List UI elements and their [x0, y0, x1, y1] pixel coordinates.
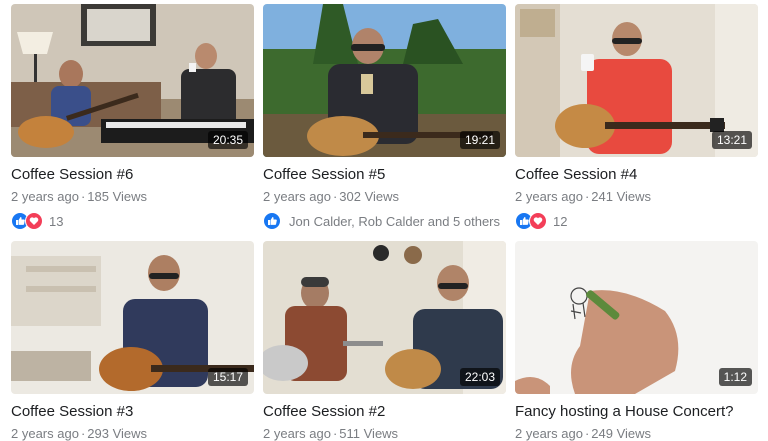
video-meta: 2 years ago · 511 Views — [263, 426, 506, 441]
video-title[interactable]: Coffee Session #2 — [263, 403, 506, 421]
video-duration: 1:12 — [718, 368, 752, 386]
reactions-summary[interactable]: Jon Calder, Rob Calder and 5 others — [263, 210, 506, 232]
video-thumbnail[interactable]: 22:03 — [263, 241, 506, 394]
meta-separator: · — [584, 426, 590, 441]
video-age: 2 years ago — [263, 426, 331, 441]
video-views: 185 Views — [87, 189, 148, 204]
like-thumbs-up-icon — [263, 212, 281, 230]
video-meta: 2 years ago · 241 Views — [515, 189, 758, 204]
video-thumbnail[interactable]: 19:21 — [263, 4, 506, 157]
meta-separator: · — [332, 189, 338, 204]
video-card[interactable]: 15:17 Coffee Session #3 2 years ago · 293 … — [11, 241, 254, 441]
video-meta: 2 years ago · 185 Views — [11, 189, 254, 204]
video-title[interactable]: Coffee Session #3 — [11, 403, 254, 421]
video-card[interactable]: 13:21 Coffee Session #4 2 years ago · 241 … — [515, 4, 758, 232]
meta-separator: · — [80, 189, 86, 204]
video-age: 2 years ago — [515, 426, 583, 441]
video-meta: 2 years ago · 249 Views — [515, 426, 758, 441]
video-duration: 15:17 — [207, 368, 248, 386]
video-duration: 19:21 — [459, 131, 500, 149]
video-title[interactable]: Fancy hosting a House Concert? — [515, 403, 758, 421]
meta-separator: · — [584, 189, 590, 204]
video-thumbnail[interactable]: 1:12 — [515, 241, 758, 394]
video-card[interactable]: 22:03 Coffee Session #2 2 years ago · 511 … — [263, 241, 506, 441]
video-views: 293 Views — [87, 426, 148, 441]
video-views: 511 Views — [339, 426, 399, 441]
video-title[interactable]: Coffee Session #5 — [263, 166, 506, 184]
video-duration: 20:35 — [207, 131, 248, 149]
reactions-summary[interactable]: 12 — [515, 210, 758, 232]
video-duration: 13:21 — [711, 131, 752, 149]
video-duration: 22:03 — [459, 368, 500, 386]
video-thumbnail[interactable]: 15:17 — [11, 241, 254, 394]
video-title[interactable]: Coffee Session #6 — [11, 166, 254, 184]
reaction-count: 12 — [553, 213, 568, 229]
video-age: 2 years ago — [11, 426, 79, 441]
video-thumbnail[interactable]: 20:35 — [11, 4, 254, 157]
reaction-names: Jon Calder, Rob Calder and 5 others — [289, 213, 501, 229]
video-age: 2 years ago — [515, 189, 583, 204]
video-age: 2 years ago — [263, 189, 331, 204]
video-card[interactable]: 20:35 Coffee Session #6 2 years ago · 185 … — [11, 4, 254, 232]
video-views: 249 Views — [591, 426, 652, 441]
love-heart-icon — [25, 212, 43, 230]
video-card[interactable]: 19:21 Coffee Session #5 2 years ago · 302 … — [263, 4, 506, 232]
video-views: 302 Views — [339, 189, 400, 204]
reactions-summary[interactable]: 13 — [11, 210, 254, 232]
meta-separator: · — [80, 426, 86, 441]
video-thumbnail[interactable]: 13:21 — [515, 4, 758, 157]
video-age: 2 years ago — [11, 189, 79, 204]
reaction-count: 13 — [49, 213, 64, 229]
video-card[interactable]: 1:12 Fancy hosting a House Concert? 2 ye… — [515, 241, 758, 441]
video-views: 241 Views — [591, 189, 652, 204]
video-meta: 2 years ago · 293 Views — [11, 426, 254, 441]
love-heart-icon — [529, 212, 547, 230]
video-meta: 2 years ago · 302 Views — [263, 189, 506, 204]
video-title[interactable]: Coffee Session #4 — [515, 166, 758, 184]
meta-separator: · — [332, 426, 338, 441]
